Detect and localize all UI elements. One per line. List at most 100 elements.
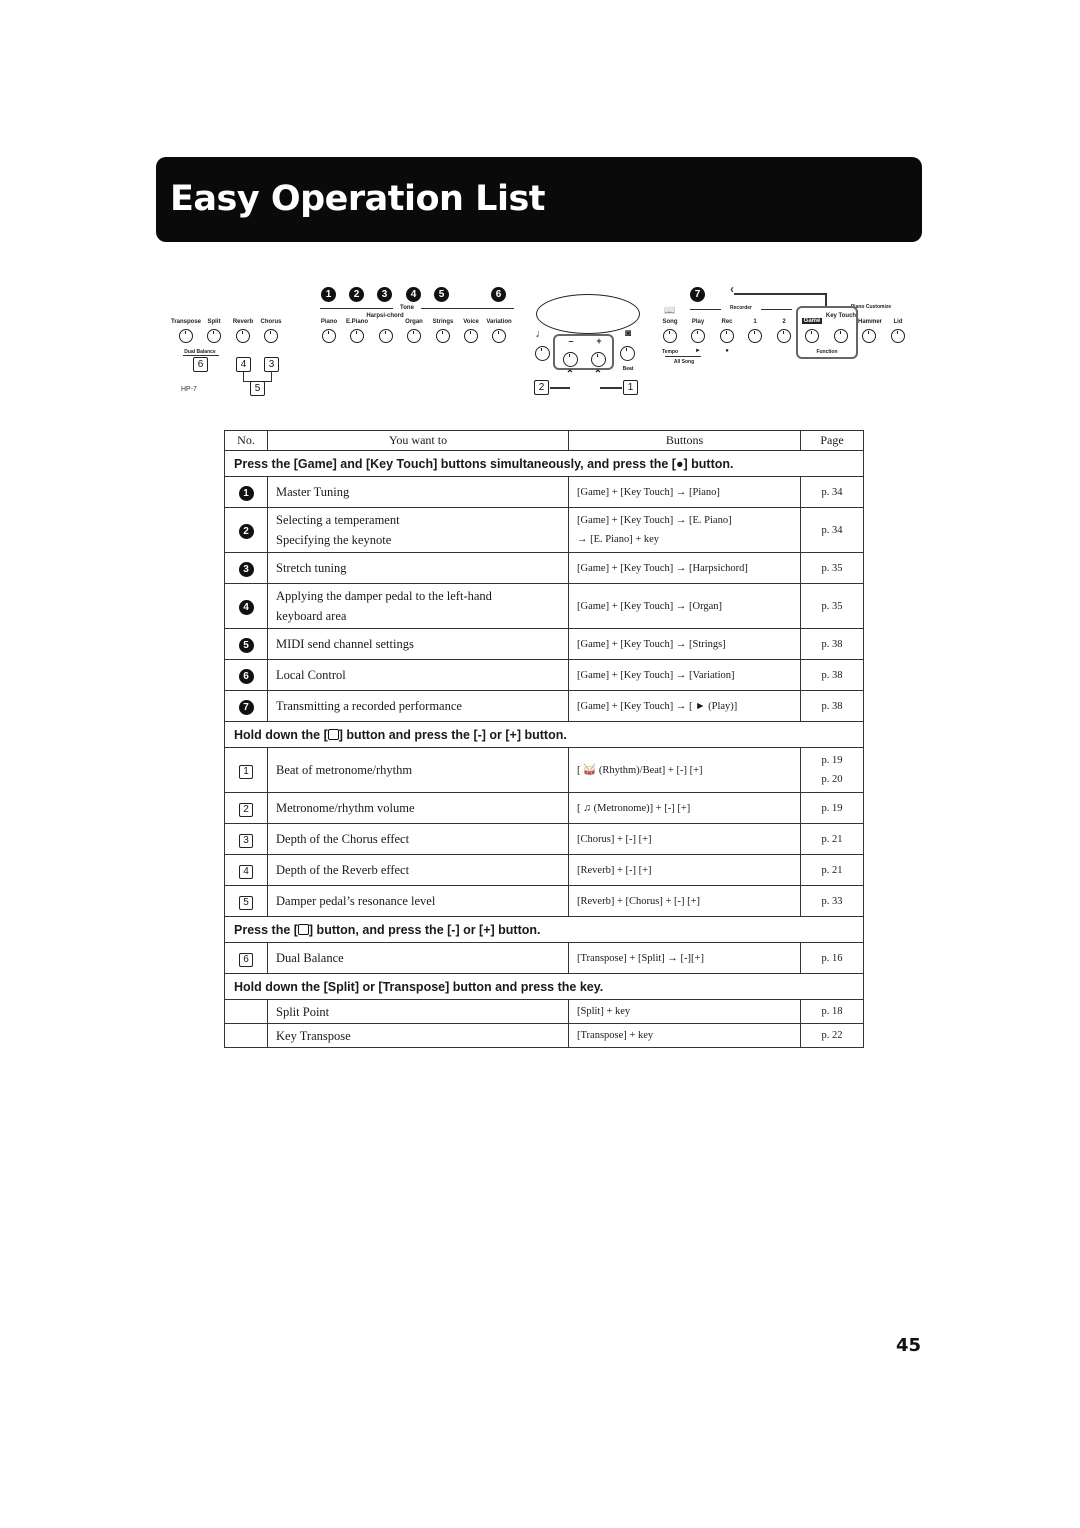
page-cell: p. 38 — [800, 690, 864, 722]
arrow-up-icon: ⌃ — [593, 369, 603, 380]
plus-button[interactable] — [591, 352, 606, 367]
want-cell: Beat of metronome/rhythm — [267, 747, 569, 793]
header-no: No. — [224, 430, 268, 451]
number-3-badge: 3 — [377, 287, 392, 302]
box-number-6: 6 — [193, 357, 208, 372]
header-page: Page — [800, 430, 864, 451]
table-row: 3 Stretch tuning [Game] + [Key Touch] → … — [224, 552, 864, 584]
title-banner: Easy Operation List — [156, 157, 922, 242]
play-button[interactable] — [691, 329, 705, 343]
table-row: 1 Master Tuning [Game] + [Key Touch] → [… — [224, 476, 864, 508]
strings-button[interactable] — [436, 329, 450, 343]
arrow-line — [825, 293, 827, 307]
voice-button[interactable] — [464, 329, 478, 343]
want-cell: Local Control — [267, 659, 569, 691]
buttons-cell: [Game] + [Key Touch] → [Piano] — [568, 476, 801, 508]
track-1-button[interactable] — [748, 329, 762, 343]
table-row: 6 Dual Balance [Transpose] + [Split] → [… — [224, 942, 864, 974]
number-4-badge: 4 — [406, 287, 421, 302]
label-lid: Lid — [893, 319, 903, 325]
label-all-song: All Song — [673, 359, 695, 365]
number-badge: 4 — [238, 600, 254, 615]
table-row: 2 Selecting a temperament Specifying the … — [224, 507, 864, 553]
heading-text: ] button and press the [-] or [+] button… — [338, 727, 567, 742]
arrow-line — [600, 387, 622, 389]
want-cell: Master Tuning — [267, 476, 569, 508]
page-cell: p. 19 — [800, 792, 864, 824]
key-touch-button[interactable] — [834, 329, 848, 343]
metronome-button[interactable] — [535, 346, 550, 361]
bracket-line — [243, 372, 244, 381]
number-6-badge: 6 — [491, 287, 506, 302]
arrow-line — [550, 387, 570, 389]
bracket-line — [665, 356, 701, 357]
page-cell: p. 21 — [800, 823, 864, 855]
want-cell: Depth of the Chorus effect — [267, 823, 569, 855]
page-cell: p. 21 — [800, 854, 864, 886]
split-button[interactable] — [207, 329, 221, 343]
want-cell: Dual Balance — [267, 942, 569, 974]
number-7-badge: 7 — [690, 287, 705, 302]
game-button[interactable] — [805, 329, 819, 343]
number-badge: 7 — [238, 700, 254, 715]
table-row: 4 Applying the damper pedal to the left-… — [224, 583, 864, 629]
lid-button[interactable] — [891, 329, 905, 343]
page-cell: p. 34 — [800, 476, 864, 508]
rec-button[interactable] — [720, 329, 734, 343]
label-chorus: Chorus — [260, 319, 282, 325]
number-badge: 1 — [238, 486, 254, 501]
buttons-cell: [Game] + [Key Touch] → [Variation] — [568, 659, 801, 691]
page-cell: p. 18 — [800, 999, 864, 1024]
transpose-button[interactable] — [179, 329, 193, 343]
square-button-icon — [327, 728, 339, 740]
section-heading: Press the [] button, and press the [-] o… — [224, 916, 864, 943]
section-heading: Hold down the [Split] or [Transpose] but… — [224, 973, 864, 1000]
buttons-cell: [Transpose] + key — [568, 1023, 801, 1048]
table-row: Key Transpose [Transpose] + key p. 22 — [224, 1023, 864, 1048]
want-line: keyboard area — [276, 609, 347, 623]
label-e-piano: E.Piano — [345, 319, 368, 325]
buttons-line: [Game] + [Key Touch] → [E. Piano] — [577, 515, 732, 526]
reverb-button[interactable] — [236, 329, 250, 343]
box-number-badge: 1 — [239, 765, 253, 779]
want-cell: MIDI send channel settings — [267, 628, 569, 660]
rhythm-button[interactable] — [620, 346, 635, 361]
buttons-cell: [Transpose] + [Split] → [-][+] — [568, 942, 801, 974]
arrow-line — [734, 293, 826, 295]
table-row: 6 Local Control [Game] + [Key Touch] → [… — [224, 659, 864, 691]
organ-button[interactable] — [407, 329, 421, 343]
chorus-button[interactable] — [264, 329, 278, 343]
minus-button[interactable] — [563, 352, 578, 367]
want-cell: Split Point — [267, 999, 569, 1024]
heading-text: Hold down the [ — [234, 727, 328, 742]
want-cell: Damper pedal’s resonance level — [267, 885, 569, 917]
number-badge: 2 — [238, 524, 254, 539]
square-button-icon — [297, 923, 309, 935]
buttons-cell: [Reverb] + [Chorus] + [-] [+] — [568, 885, 801, 917]
no-cell — [224, 999, 268, 1024]
buttons-line: → [E. Piano] + key — [577, 534, 660, 545]
page-line: p. 20 — [821, 774, 843, 785]
rec-symbol-icon: ● — [725, 348, 729, 354]
bracket-line — [271, 372, 272, 381]
label-tone: Tone — [393, 305, 421, 311]
piano-button[interactable] — [322, 329, 336, 343]
want-cell: Depth of the Reverb effect — [267, 854, 569, 886]
buttons-cell: [Game] + [Key Touch] → [Strings] — [568, 628, 801, 660]
page-cell: p. 38 — [800, 628, 864, 660]
page-title: Easy Operation List — [170, 179, 546, 219]
buttons-cell: [Game] + [Key Touch] → [Organ] — [568, 583, 801, 629]
buttons-cell: [ 🥁 (Rhythm)/Beat] + [-] [+] — [568, 747, 801, 793]
e-piano-button[interactable] — [350, 329, 364, 343]
section-heading: Hold down the [ ] button and press the [-… — [224, 721, 864, 748]
song-button[interactable] — [663, 329, 677, 343]
variation-button[interactable] — [492, 329, 506, 343]
harpsichord-button[interactable] — [379, 329, 393, 343]
page-cell: p. 35 — [800, 552, 864, 584]
track-2-button[interactable] — [777, 329, 791, 343]
number-badge: 3 — [238, 562, 254, 577]
want-line: Applying the damper pedal to the left-ha… — [276, 589, 492, 603]
section-heading-row: Hold down the [Split] or [Transpose] but… — [224, 973, 864, 1000]
hammer-button[interactable] — [862, 329, 876, 343]
page-cell: p. 33 — [800, 885, 864, 917]
